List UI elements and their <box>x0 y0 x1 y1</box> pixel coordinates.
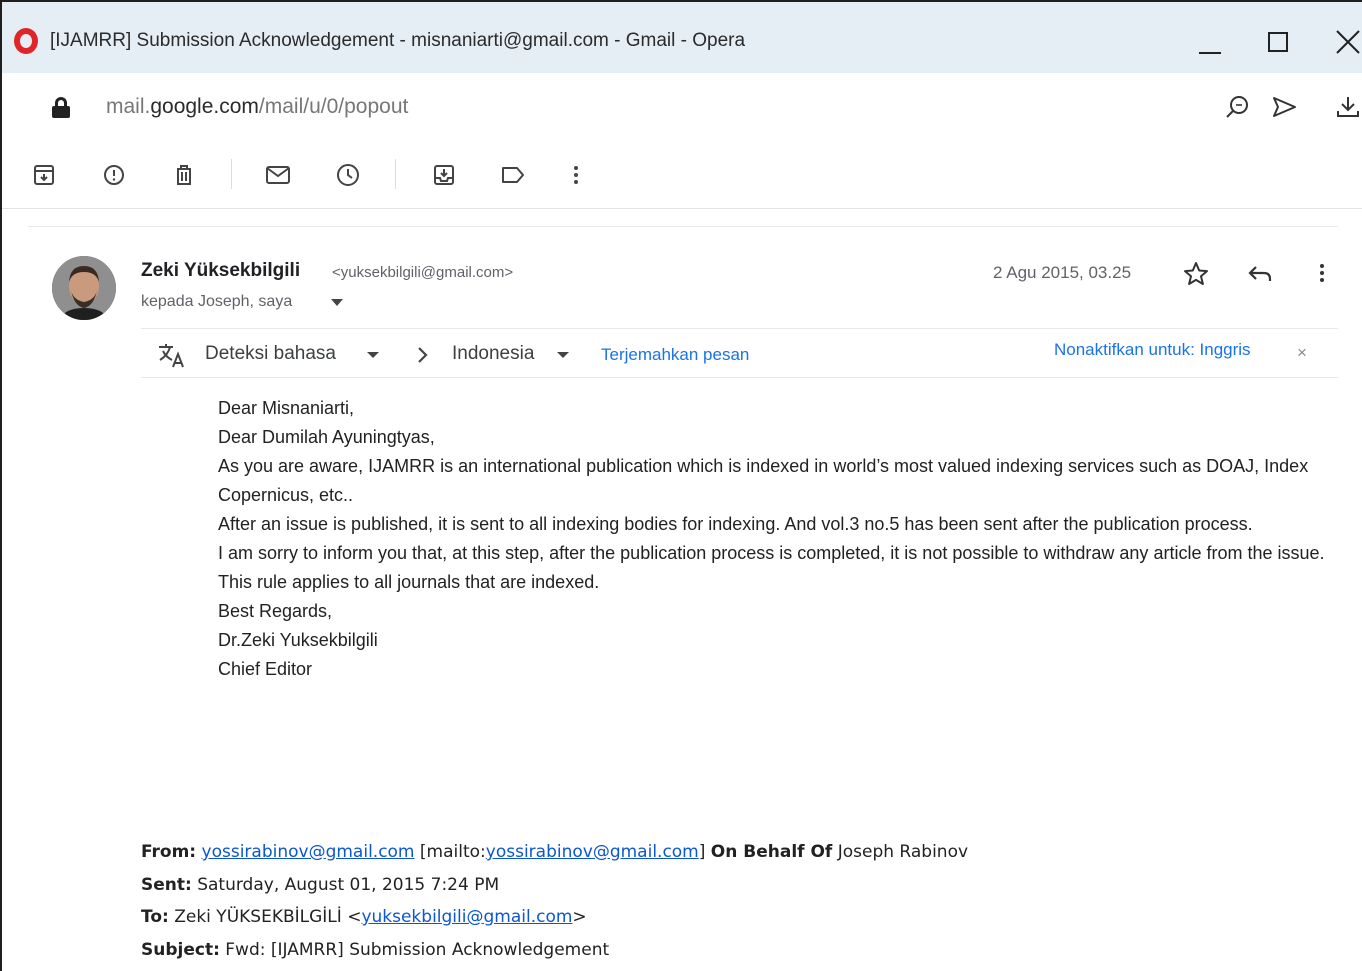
subject-value: Fwd: [IJAMRR] Submission Acknowledgement <box>225 939 610 960</box>
opera-logo-icon[interactable] <box>14 28 38 54</box>
browser-window: [IJAMRR] Submission Acknowledgement - mi… <box>0 0 1362 971</box>
quote-from-row: From: yossirabinov@gmail.com [mailto:yos… <box>141 836 1321 869</box>
maximize-icon <box>1268 32 1288 52</box>
translate-icon <box>157 341 187 369</box>
to-label: To: <box>141 907 169 927</box>
target-language-dropdown[interactable]: Indonesia <box>452 343 534 365</box>
recipients-summary: kepada Joseph, saya <box>141 293 293 310</box>
body-line: As you are aware, IJAMRR is an internati… <box>218 456 1309 505</box>
address-bar: mail.google.com/mail/u/0/popout <box>2 73 1362 139</box>
sent-label: Sent: <box>141 874 192 895</box>
body-line: Dr.Zeki Yuksekbilgili <box>218 630 378 650</box>
mark-unread-icon[interactable] <box>264 161 292 189</box>
quote-to-row: To: Zeki YÜKSEKBİLGİLİ <yuksekbilgili@gm… <box>141 901 1321 934</box>
body-line: Best Regards, <box>218 601 333 621</box>
quoted-header: From: yossirabinov@gmail.com [mailto:yos… <box>141 836 1321 966</box>
body-line: This rule applies to all journals that a… <box>218 572 600 592</box>
recipients-dropdown-icon[interactable] <box>331 299 343 306</box>
url-prefix: mail. <box>106 95 151 118</box>
to-close: > <box>572 907 587 927</box>
close-icon <box>1336 30 1360 54</box>
message-date: 2 Agu 2015, 03.25 <box>993 263 1132 282</box>
message-divider <box>28 226 1338 227</box>
download-icon[interactable] <box>1334 93 1362 121</box>
detect-language-dropdown[interactable]: Deteksi bahasa <box>205 343 336 365</box>
toolbar-separator <box>395 159 396 189</box>
lock-icon[interactable] <box>52 97 70 118</box>
close-translate-icon[interactable]: × <box>1297 343 1307 363</box>
url-path: /mail/u/0/popout <box>258 95 409 118</box>
star-icon[interactable] <box>1182 260 1210 288</box>
snooze-icon[interactable] <box>334 161 362 189</box>
translate-bar: Deteksi bahasa Indonesia Terjemahkan pes… <box>141 328 1338 378</box>
minimize-button[interactable] <box>1190 22 1230 62</box>
to-name: Zeki YÜKSEKBİLGİLİ < <box>174 907 362 927</box>
body-line: After an issue is published, it is sent … <box>218 514 1253 534</box>
disable-translation-link[interactable]: Nonaktifkan untuk: Inggris <box>1054 340 1251 360</box>
message-more-icon[interactable] <box>1308 260 1336 288</box>
from-email-link[interactable]: yossirabinov@gmail.com <box>202 842 415 862</box>
send-icon[interactable] <box>1270 93 1298 121</box>
from-label: From: <box>141 842 197 862</box>
move-to-icon[interactable] <box>430 161 458 189</box>
chevron-right-icon <box>413 343 433 367</box>
reply-icon[interactable] <box>1246 260 1274 288</box>
minimize-icon <box>1199 52 1221 54</box>
body-line: Dear Dumilah Ayuningtyas, <box>218 427 435 447</box>
archive-icon[interactable] <box>30 161 58 189</box>
subject-label: Subject: <box>141 939 220 960</box>
mailto-close: ] <box>698 842 706 862</box>
body-line: I am sorry to inform you that, at this s… <box>218 543 1325 563</box>
title-bar: [IJAMRR] Submission Acknowledgement - mi… <box>2 2 1362 73</box>
chevron-down-icon[interactable] <box>367 352 379 358</box>
url-domain: google.com <box>150 95 259 118</box>
search-icon[interactable] <box>1224 93 1252 121</box>
sender-email: <yuksekbilgili@gmail.com> <box>332 264 514 281</box>
close-window-button[interactable] <box>1328 22 1362 62</box>
message-body: Dear Misnaniarti, Dear Dumilah Ayuningty… <box>218 394 1328 684</box>
message-toolbar <box>2 139 1362 209</box>
sender-avatar[interactable] <box>52 256 116 320</box>
more-options-icon[interactable] <box>562 161 590 189</box>
translate-message-link[interactable]: Terjemahkan pesan <box>601 345 749 365</box>
quote-subject-row: Subject: Fwd: [IJAMRR] Submission Acknow… <box>141 934 1321 967</box>
url-field[interactable]: mail.google.com/mail/u/0/popout <box>106 95 408 119</box>
body-line: Chief Editor <box>218 659 313 679</box>
to-email-link[interactable]: yuksekbilgili@gmail.com <box>361 907 572 927</box>
toolbar-separator <box>231 159 232 189</box>
sent-value: Saturday, August 01, 2015 7:24 PM <box>197 874 500 895</box>
chevron-down-icon[interactable] <box>557 352 569 358</box>
mailto-open: [mailto: <box>419 842 486 862</box>
sender-name: Zeki Yüksekbilgili <box>141 260 301 281</box>
maximize-button[interactable] <box>1258 22 1298 62</box>
trash-icon[interactable] <box>170 161 198 189</box>
mailto-email-link[interactable]: yossirabinov@gmail.com <box>486 842 699 862</box>
behalf-name: Joseph Rabinov <box>837 842 969 862</box>
body-line: Dear Misnaniarti, <box>218 398 355 418</box>
quote-sent-row: Sent: Saturday, August 01, 2015 7:24 PM <box>141 869 1321 902</box>
label-icon[interactable] <box>499 161 527 189</box>
report-spam-icon[interactable] <box>100 161 128 189</box>
window-title: [IJAMRR] Submission Acknowledgement - mi… <box>50 30 746 51</box>
behalf-label: On Behalf Of <box>710 842 833 862</box>
